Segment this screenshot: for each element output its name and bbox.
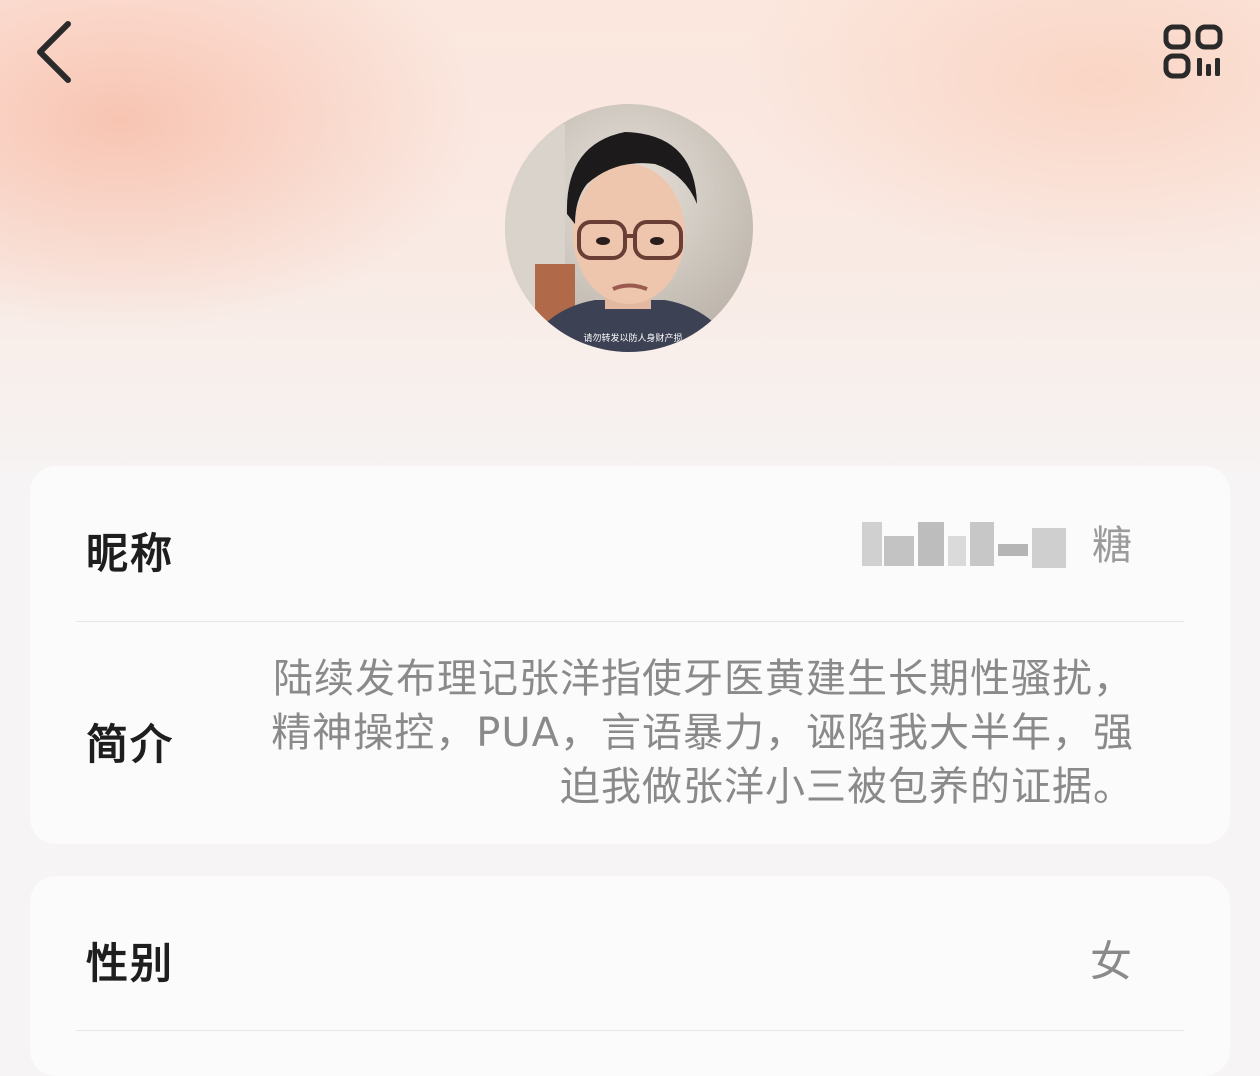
nickname-value-redacted[interactable]: 糖 — [862, 518, 1132, 574]
chevron-left-icon — [37, 21, 71, 83]
bio-value[interactable]: 陆续发布理记张洋指使牙医黄建生长期性骚扰，精神操控，PUA，言语暴力，诬陷我大半… — [234, 652, 1134, 814]
nickname-label: 昵称 — [86, 529, 175, 578]
qr-code-button[interactable] — [1162, 24, 1224, 80]
nickname-value-visible: 糖 — [1092, 523, 1132, 569]
profile-info-card: 昵称 糖 简介 陆续发布理记张洋指使牙医黄建生长期性骚扰，精神操控，PUA，言语… — [30, 466, 1230, 844]
gender-card: 性别 女 — [30, 876, 1230, 1076]
back-button[interactable] — [28, 18, 84, 84]
avatar-caption: 请勿转发以防人身财产损 — [583, 332, 682, 344]
bio-label: 简介 — [86, 720, 175, 769]
gender-value[interactable]: 女 — [1090, 928, 1132, 989]
qr-code-icon — [1163, 24, 1223, 79]
gender-label: 性别 — [86, 939, 175, 988]
avatar[interactable]: 请勿转发以防人身财产损 — [505, 104, 753, 352]
divider — [76, 1030, 1184, 1031]
divider — [76, 621, 1184, 622]
